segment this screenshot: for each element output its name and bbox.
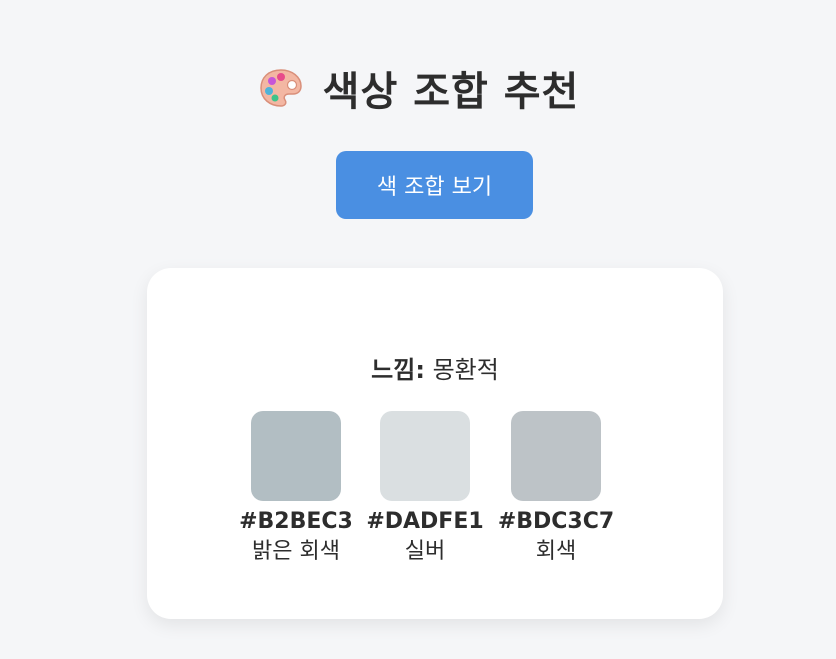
color-item: #DADFE1 실버 xyxy=(360,411,490,565)
color-swatch xyxy=(251,411,341,501)
page-title: 색상 조합 추천 xyxy=(322,69,580,115)
color-swatch xyxy=(380,411,470,501)
mood-value: 몽환적 xyxy=(432,356,499,384)
color-hex: #BDC3C7 xyxy=(497,509,615,534)
color-name: 실버 xyxy=(404,539,446,564)
color-name: 밝은 회색 xyxy=(252,539,340,564)
result-card: 느낌: 몽환적 #B2BEC3 밝은 회색 #DADFE1 실버 #BDC3C7… xyxy=(147,268,723,619)
color-swatch xyxy=(511,411,601,501)
color-item: #B2BEC3 밝은 회색 xyxy=(231,411,361,565)
color-item: #BDC3C7 회색 xyxy=(491,411,621,565)
title-row: 색상 조합 추천 xyxy=(0,56,836,120)
color-hex: #B2BEC3 xyxy=(239,509,353,534)
show-combination-button[interactable]: 색 조합 보기 xyxy=(336,151,533,219)
color-hex: #DADFE1 xyxy=(366,509,484,534)
mood-label: 느낌: xyxy=(371,356,425,384)
palette-icon xyxy=(257,66,305,110)
mood-line: 느낌: 몽환적 xyxy=(147,350,723,385)
color-name: 회색 xyxy=(535,539,577,564)
